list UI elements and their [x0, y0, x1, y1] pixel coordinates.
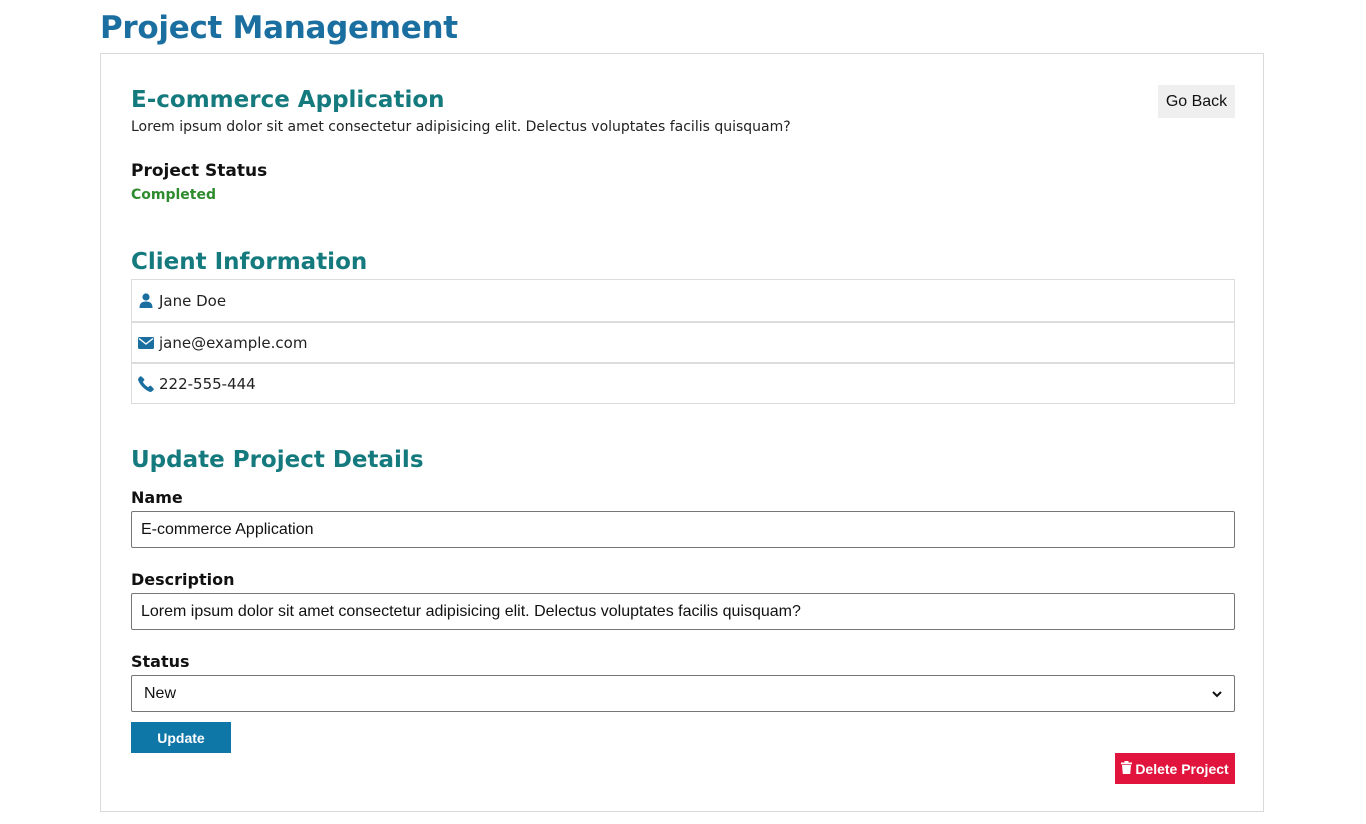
project-title: E-commerce Application — [131, 87, 445, 113]
description-input[interactable] — [131, 593, 1235, 630]
trash-icon — [1121, 760, 1133, 777]
delete-project-label: Delete Project — [1135, 760, 1229, 777]
project-status-value: Completed — [131, 187, 217, 203]
client-name: Jane Doe — [159, 291, 227, 310]
update-button[interactable]: Update — [131, 722, 231, 753]
page-title: Project Management — [100, 10, 458, 46]
client-phone: 222-555-444 — [159, 374, 256, 393]
client-info-heading: Client Information — [131, 249, 368, 275]
app-root: Project Management E-commerce Applicatio… — [0, 0, 1366, 824]
delete-project-button[interactable]: Delete Project — [1115, 753, 1235, 784]
status-label: Status — [131, 652, 190, 671]
envelope-icon — [137, 334, 154, 351]
go-back-button[interactable]: Go Back — [1158, 85, 1235, 118]
project-status-label: Project Status — [131, 161, 268, 181]
update-details-heading: Update Project Details — [131, 447, 424, 473]
client-name-item: Jane Doe — [132, 280, 1234, 321]
name-input[interactable] — [131, 511, 1235, 548]
project-description: Lorem ipsum dolor sit amet consectetur a… — [131, 119, 791, 135]
client-info-list: Jane Doe jane@example.com 222-555-444 — [131, 279, 1235, 404]
name-label: Name — [131, 488, 183, 507]
client-email-item: jane@example.com — [132, 321, 1234, 362]
description-label: Description — [131, 570, 235, 589]
client-phone-item: 222-555-444 — [132, 362, 1234, 403]
client-email: jane@example.com — [159, 333, 308, 352]
status-selected-value: New — [144, 684, 177, 702]
project-card: E-commerce Application Lorem ipsum dolor… — [100, 53, 1264, 812]
user-icon — [137, 292, 154, 309]
status-select[interactable]: New — [131, 675, 1235, 712]
phone-icon — [137, 375, 154, 392]
chevron-down-icon — [1212, 685, 1222, 703]
